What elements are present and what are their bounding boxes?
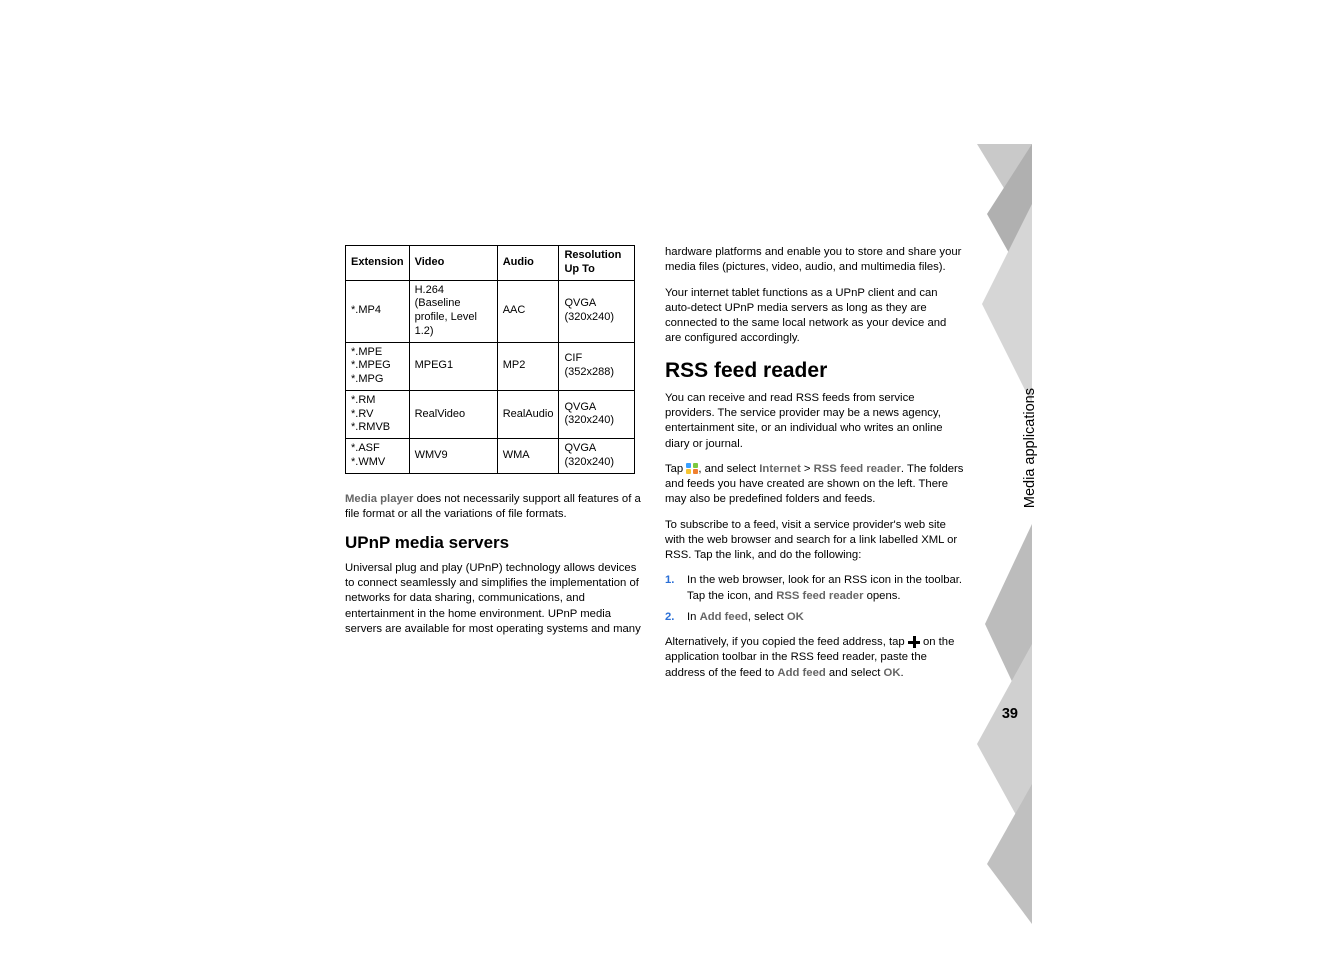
format-table: Extension Video Audio Resolution Up To *… [345,245,635,474]
step-number: 2. [665,610,674,625]
table-row: *.RM *.RV *.RMVB RealVideo RealAudio QVG… [346,390,635,438]
ok-label: OK [884,667,901,679]
menu-internet: Internet [759,463,800,475]
steps-list: 1. In the web browser, look for an RSS i… [665,573,965,625]
cell-video: H.264 (Baseline profile, Level 1.2) [409,280,497,342]
cell-ext: *.MPE *.MPEG *.MPG [346,342,410,390]
col-video: Video [409,246,497,281]
subscribe-para: To subscribe to a feed, visit a service … [665,518,965,564]
rss-heading: RSS feed reader [665,357,965,385]
media-player-note: Media player does not necessarily suppor… [345,492,645,523]
alternative-para: Alternatively, if you copied the feed ad… [665,635,965,681]
upnp-heading: UPnP media servers [345,532,645,555]
menu-rss-reader: RSS feed reader [814,463,901,475]
table-row: *.ASF *.WMV WMV9 WMA QVGA (320x240) [346,439,635,474]
cell-audio: MP2 [497,342,559,390]
add-feed-label: Add feed [700,611,748,623]
col-resolution: Resolution Up To [559,246,635,281]
ok-label: OK [787,611,804,623]
cell-audio: WMA [497,439,559,474]
right-column: hardware platforms and enable you to sto… [665,245,965,691]
cell-video: WMV9 [409,439,497,474]
upnp-client-para: Your internet tablet functions as a UPnP… [665,286,965,347]
rss-reader-label: RSS feed reader [776,590,863,602]
continuation-para: hardware platforms and enable you to sto… [665,245,965,276]
cell-res: QVGA (320x240) [559,390,635,438]
plus-icon [908,636,920,648]
rss-intro: You can receive and read RSS feeds from … [665,391,965,452]
cell-audio: RealAudio [497,390,559,438]
cell-res: QVGA (320x240) [559,280,635,342]
col-audio: Audio [497,246,559,281]
cell-video: MPEG1 [409,342,497,390]
cell-video: RealVideo [409,390,497,438]
section-title: Media applications [1022,388,1038,508]
section-tab: Media applications [1000,238,1022,392]
step-number: 1. [665,573,674,588]
cell-ext: *.ASF *.WMV [346,439,410,474]
col-extension: Extension [346,246,410,281]
page-content: Extension Video Audio Resolution Up To *… [345,245,970,691]
cell-res: QVGA (320x240) [559,439,635,474]
step-1: 1. In the web browser, look for an RSS i… [665,573,965,604]
table-row: *.MPE *.MPEG *.MPG MPEG1 MP2 CIF (352x28… [346,342,635,390]
applications-icon [686,463,698,474]
rss-tap-para: Tap , and select Internet > RSS feed rea… [665,462,965,508]
cell-audio: AAC [497,280,559,342]
cell-res: CIF (352x288) [559,342,635,390]
left-column: Extension Video Audio Resolution Up To *… [345,245,645,691]
cell-ext: *.RM *.RV *.RMVB [346,390,410,438]
media-player-label: Media player [345,493,413,505]
step-2: 2. In Add feed, select OK [665,610,965,625]
page-number: 39 [1002,706,1018,722]
add-feed-label: Add feed [777,667,825,679]
table-row: *.MP4 H.264 (Baseline profile, Level 1.2… [346,280,635,342]
cell-ext: *.MP4 [346,280,410,342]
upnp-para: Universal plug and play (UPnP) technolog… [345,561,645,637]
table-header-row: Extension Video Audio Resolution Up To [346,246,635,281]
